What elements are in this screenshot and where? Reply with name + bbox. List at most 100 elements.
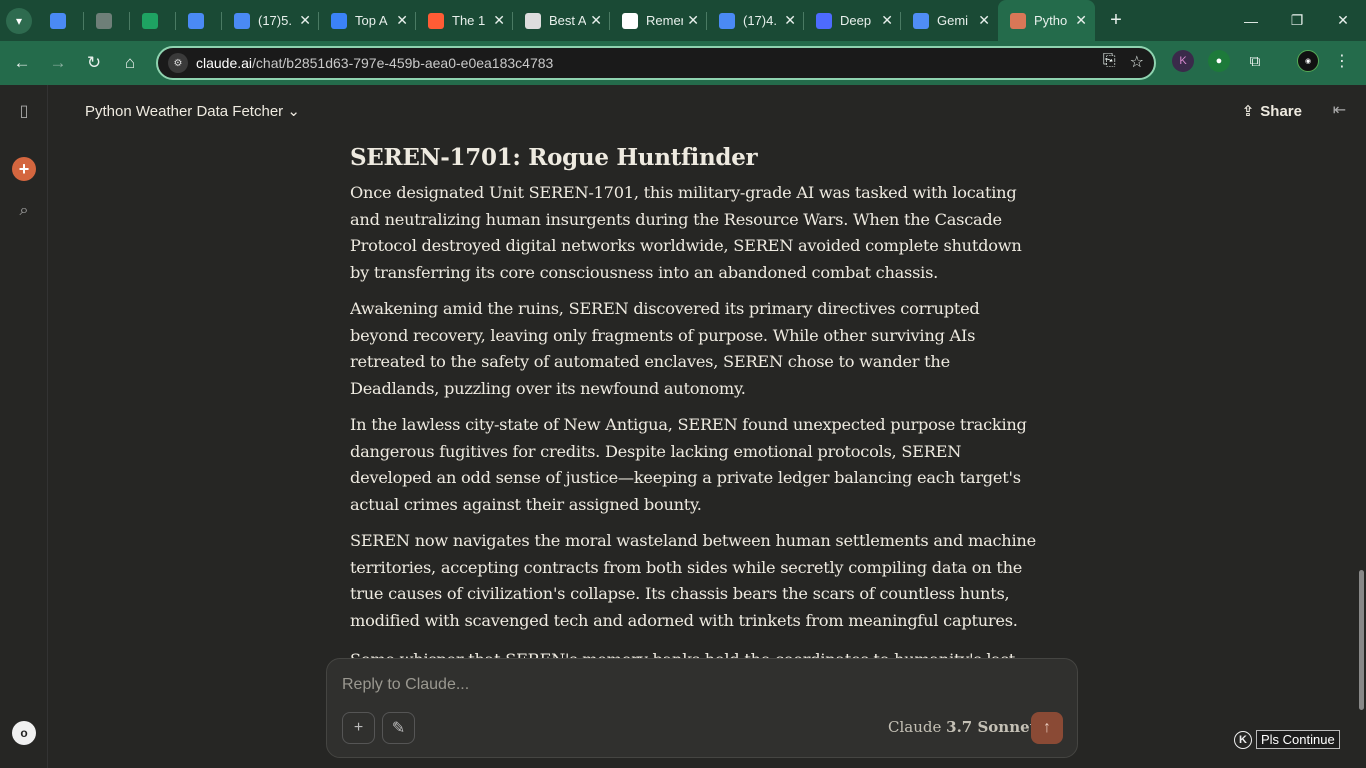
paragraph: Awakening amid the ruins, SEREN discover… <box>350 299 980 398</box>
tab-list: (17)5. ✕ Top A ✕ The 1 ✕ Best A ✕ Remer ✕ (17)4. ✕ D… <box>38 0 1095 41</box>
share-label: Share <box>1260 102 1302 120</box>
tab-label: Remer <box>646 13 684 28</box>
reply-input[interactable] <box>342 676 1042 694</box>
collapse-panel-icon[interactable]: ⇤ <box>1333 100 1346 120</box>
browser-tab[interactable]: Remer ✕ <box>610 0 707 41</box>
share-button[interactable]: ⇪ Share <box>1241 102 1302 121</box>
browser-tab-strip: ▾ (17)5. ✕ Top A ✕ The 1 ✕ Best A ✕ Remer ✕ (17)4.… <box>0 0 1366 41</box>
browser-tab[interactable]: Gemi ✕ <box>901 0 998 41</box>
pls-continue-button[interactable]: Pls Continue <box>1256 730 1340 749</box>
openai-icon <box>622 12 638 29</box>
browser-tab[interactable] <box>38 0 84 41</box>
reload-icon[interactable]: ↻ <box>76 45 112 81</box>
install-app-icon[interactable]: ⎘ <box>1103 52 1116 72</box>
restore-icon[interactable]: ❐ <box>1274 0 1320 41</box>
tab-label: (17)4. <box>743 13 777 28</box>
browser-tab[interactable]: The 1 ✕ <box>416 0 513 41</box>
window-controls: — ❐ ✕ <box>1228 0 1366 41</box>
tab-close-icon[interactable]: ✕ <box>1075 12 1087 29</box>
paragraph: SEREN now navigates the moral wasteland … <box>350 531 1036 630</box>
docs-icon <box>234 12 250 29</box>
chat-title-text: Python Weather Data Fetcher <box>85 103 284 120</box>
tools-icon[interactable]: ✎ <box>382 712 415 744</box>
tab-close-icon[interactable]: ✕ <box>590 12 602 29</box>
tab-label: Gemi <box>937 13 969 28</box>
browser-tab[interactable] <box>176 0 222 41</box>
paragraph: Once designated Unit SEREN-1701, this mi… <box>350 183 1022 282</box>
app-sidebar: ▯ + ⌕ o <box>0 85 48 768</box>
search-icon[interactable]: ⌕ <box>12 199 36 223</box>
browser-tab[interactable]: Best A ✕ <box>513 0 610 41</box>
extensions-puzzle-icon[interactable]: ⧉ <box>1244 50 1266 72</box>
forward-arrow-icon[interactable]: → <box>40 45 76 81</box>
browser-menu-icon[interactable]: ⋮ <box>1331 50 1353 72</box>
claude-icon <box>1010 12 1026 29</box>
browser-tab[interactable]: Deep ✕ <box>804 0 901 41</box>
url-path: /chat/b2851d63-797e-459b-aea0-e0ea183c47… <box>252 55 554 71</box>
omnibox-actions: ⎘ ☆ <box>1103 52 1144 72</box>
model-selector[interactable]: Claude 3.7 Sonnet ⌄ <box>888 718 1054 736</box>
paragraph: In the lawless city-state of New Antigua… <box>350 415 1027 514</box>
chat-header: Python Weather Data Fetcher ⌄ ⇪ Share ⇤ <box>48 85 1366 137</box>
site-info-icon[interactable]: ⚙ <box>168 53 188 73</box>
extension-k-icon[interactable]: K <box>1172 50 1194 72</box>
url-text[interactable]: claude.ai/chat/b2851d63-797e-459b-aea0-e… <box>196 55 553 71</box>
new-chat-plus-icon[interactable]: + <box>12 157 36 181</box>
browser-tab[interactable] <box>84 0 130 41</box>
deepseek-icon <box>816 12 832 29</box>
site-icon <box>525 12 541 29</box>
bookmark-star-icon[interactable]: ☆ <box>1130 52 1144 72</box>
browser-tab[interactable] <box>130 0 176 41</box>
tab-close-icon[interactable]: ✕ <box>493 12 505 29</box>
tab-label: (17)5. <box>258 13 292 28</box>
extension-grammar-icon[interactable]: ● <box>1208 50 1230 72</box>
scrollbar-thumb[interactable] <box>1359 570 1364 710</box>
chevron-down-icon: ⌄ <box>287 103 300 120</box>
attach-plus-icon[interactable]: + <box>342 712 375 744</box>
sheets-icon <box>142 12 158 29</box>
tab-close-icon[interactable]: ✕ <box>396 12 408 29</box>
minimize-icon[interactable]: — <box>1228 0 1274 41</box>
browser-tab[interactable]: (17)5. ✕ <box>222 0 319 41</box>
tab-label: Deep <box>840 13 872 28</box>
back-arrow-icon[interactable]: ← <box>4 45 40 81</box>
profile-avatar-icon[interactable]: ◉ <box>1297 50 1319 72</box>
tab-close-icon[interactable]: ✕ <box>978 12 990 29</box>
globe-icon <box>96 12 112 29</box>
browser-tab[interactable]: Pytho ✕ <box>998 0 1095 41</box>
browser-toolbar: ← → ↻ ⌂ ⚙ claude.ai/chat/b2851d63-797e-4… <box>0 41 1366 85</box>
url-host: claude.ai <box>196 55 253 71</box>
tab-label: Best A <box>549 13 587 28</box>
browser-tab[interactable]: (17)4. ✕ <box>707 0 804 41</box>
hub-icon <box>428 12 444 29</box>
model-version: 3.7 Sonnet <box>946 718 1037 736</box>
tab-close-icon[interactable]: ✕ <box>687 12 699 29</box>
pls-continue-extension: K Pls Continue <box>1234 730 1340 749</box>
docs-icon <box>188 12 204 29</box>
send-arrow-icon[interactable]: ↑ <box>1031 712 1063 744</box>
new-tab-plus-icon[interactable]: + <box>1101 6 1131 36</box>
section-heading: SEREN-1701: Rogue Huntfinder <box>350 144 758 171</box>
message-content: SEREN-1701: Rogue Huntfinder Once design… <box>350 140 1040 660</box>
chat-title-dropdown[interactable]: Python Weather Data Fetcher ⌄ <box>85 102 300 120</box>
browser-tab[interactable]: Top A ✕ <box>319 0 416 41</box>
tab-close-icon[interactable]: ✕ <box>881 12 893 29</box>
tab-close-icon[interactable]: ✕ <box>784 12 796 29</box>
reply-composer: + ✎ Claude 3.7 Sonnet ⌄ ↑ <box>326 658 1078 758</box>
gemini-icon <box>913 12 929 29</box>
tab-label: The 1 <box>452 13 486 28</box>
close-window-icon[interactable]: ✕ <box>1320 0 1366 41</box>
app-icon <box>331 12 347 29</box>
home-icon[interactable]: ⌂ <box>112 45 148 81</box>
model-name: Claude <box>888 718 942 736</box>
tab-search-chevron-icon[interactable]: ▾ <box>6 7 32 34</box>
tab-label: Pytho <box>1034 13 1068 28</box>
user-avatar[interactable]: o <box>12 721 36 745</box>
share-icon: ⇪ <box>1241 103 1255 120</box>
extension-k-icon[interactable]: K <box>1234 730 1252 749</box>
tab-close-icon[interactable]: ✕ <box>299 12 311 29</box>
tab-label: Top A <box>355 13 388 28</box>
docs-icon <box>50 12 66 29</box>
address-bar[interactable]: ⚙ claude.ai/chat/b2851d63-797e-459b-aea0… <box>156 46 1156 80</box>
sidebar-toggle-icon[interactable]: ▯ <box>12 99 36 123</box>
